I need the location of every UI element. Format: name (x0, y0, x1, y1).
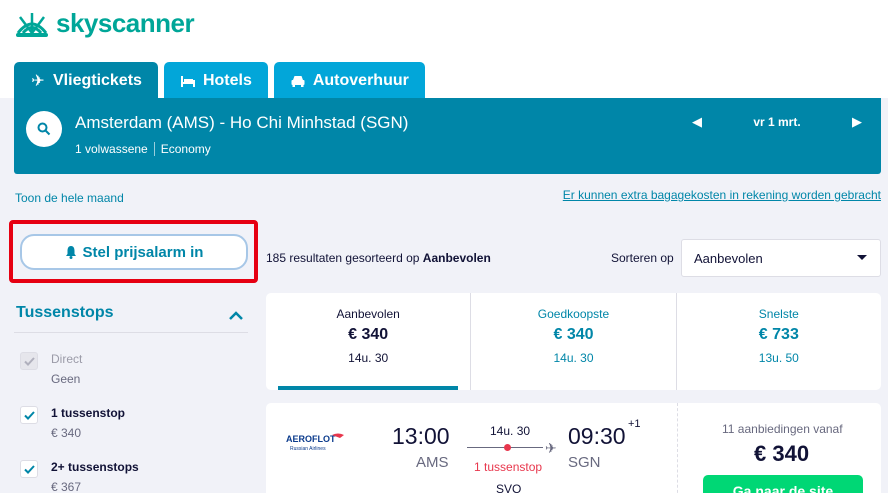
via-airport: SVO (496, 482, 522, 493)
departure-time: 13:00 (392, 423, 450, 449)
arrival-airport: SGN (568, 454, 601, 471)
sort-tab-price: € 733 (758, 326, 799, 343)
collapse-filter-toggle[interactable] (228, 308, 244, 326)
passenger-count: 1 volwassene (75, 142, 148, 156)
filter-title: Tussenstops (16, 304, 114, 321)
airline-subtitle: Russian Airlines (290, 446, 326, 452)
sort-tab-price: € 340 (348, 326, 389, 343)
sort-tabs: Aanbevolen € 340 14u. 30 Goedkoopste € 3… (266, 293, 881, 390)
filter-item-name: 1 tussenstop (51, 406, 126, 420)
results-summary: 185 resultaten gesorteerd op Aanbevolen (266, 251, 491, 265)
stops-count: 1 tussenstop (474, 460, 543, 474)
passenger-info: 1 volwassene Economy (75, 142, 211, 156)
arrival-time: 09:30 (568, 423, 626, 449)
results-sorted-by: Aanbevolen (422, 251, 491, 265)
skyscanner-logo[interactable]: skyscanner (14, 8, 195, 39)
sunrise-logo-icon (16, 12, 48, 37)
flight-duration: 14u. 30 (490, 424, 531, 438)
header: skyscanner ✈ Vliegtickets Hotels Autover… (0, 0, 888, 98)
flight-price: € 340 (754, 441, 810, 466)
airline-logo: AEROFLOT Russian Airlines (286, 431, 348, 458)
sort-tab-duration: 13u. 50 (758, 351, 799, 365)
bell-icon (65, 246, 76, 259)
checkmark-icon (23, 410, 35, 420)
card-divider (677, 403, 678, 493)
bed-icon (180, 74, 196, 88)
separator (153, 142, 155, 156)
brand-name: skyscanner (56, 8, 195, 38)
go-to-site-button[interactable]: Ga naar de site (703, 475, 863, 493)
next-date-arrow-icon[interactable]: ▶ (847, 114, 867, 130)
filter-item-two-plus-stops[interactable]: 2+ tussenstops € 367 (20, 460, 139, 493)
sort-tab-duration: 14u. 30 (553, 351, 594, 365)
sort-dropdown[interactable]: Aanbevolen (681, 239, 881, 277)
aeroflot-logo-icon: AEROFLOT Russian Airlines (286, 433, 344, 452)
filter-item-price: € 367 (51, 480, 82, 493)
filter-item-price: € 340 (51, 426, 82, 440)
stops-filter-panel: Tussenstops Direct Geen 1 tussenstop € 3… (0, 292, 258, 493)
search-summary[interactable]: Amsterdam (AMS) - Ho Chi Minhstad (SGN) … (14, 98, 881, 174)
tab-flights-label: Vliegtickets (53, 72, 142, 89)
flight-result-card[interactable]: AEROFLOT Russian Airlines 13:00 AMS 14u.… (266, 403, 881, 493)
baggage-fees-link[interactable]: Er kunnen extra bagagekosten in rekening… (563, 188, 881, 202)
sort-tab-recommended[interactable]: Aanbevolen € 340 14u. 30 (266, 293, 470, 390)
active-tab-indicator (278, 386, 458, 390)
plane-icon: ✈ (31, 73, 45, 90)
checkmark-icon (23, 464, 35, 474)
cabin-class: Economy (160, 142, 211, 156)
sort-tab-label: Goedkoopste (537, 307, 610, 321)
search-icon (37, 122, 51, 136)
previous-date-arrow-icon[interactable]: ◀ (687, 114, 707, 130)
sort-tab-price: € 340 (553, 326, 594, 343)
price-alert-label: Stel prijsalarm in (82, 243, 204, 261)
tab-car-rental[interactable]: Autoverhuur (273, 62, 425, 98)
sort-tab-cheapest[interactable]: Goedkoopste € 340 14u. 30 (470, 293, 675, 390)
filter-item-name: 2+ tussenstops (51, 460, 139, 474)
tab-car-rental-label: Autoverhuur (312, 72, 409, 89)
tab-hotels-label: Hotels (202, 72, 252, 89)
departure-airport: AMS (416, 454, 449, 471)
search-button[interactable] (26, 111, 62, 147)
price-alert-button[interactable]: Stel prijsalarm in (20, 234, 248, 270)
filter-divider (14, 332, 248, 333)
checkmark-icon (23, 356, 35, 366)
filter-item-direct: Direct Geen (20, 352, 82, 386)
plane-icon: ✈ (545, 440, 557, 456)
airline-name: AEROFLOT (286, 434, 336, 444)
stop-dot (504, 444, 511, 451)
filter-item-one-stop[interactable]: 1 tussenstop € 340 (20, 406, 125, 440)
selected-date: vr 1 mrt. (753, 115, 801, 129)
show-whole-month-link[interactable]: Toon de hele maand (15, 191, 124, 205)
sort-tab-duration: 14u. 30 (348, 351, 389, 365)
route-text: Amsterdam (AMS) - Ho Chi Minhstad (SGN) (75, 113, 409, 132)
direct-checkbox (20, 352, 38, 370)
filter-item-price: Geen (51, 372, 81, 386)
sort-label: Sorteren op (611, 251, 674, 265)
car-icon (290, 74, 306, 88)
chevron-down-icon (857, 255, 867, 260)
sort-tab-fastest[interactable]: Snelste € 733 13u. 50 (675, 293, 881, 390)
chevron-up-icon (229, 311, 243, 320)
results-count-text: 185 resultaten gesorteerd op (266, 251, 420, 265)
product-tabs: ✈ Vliegtickets Hotels Autoverhuur (14, 62, 425, 98)
filter-item-name: Direct (51, 352, 83, 366)
tab-hotels[interactable]: Hotels (163, 62, 268, 98)
sort-tab-label: Snelste (758, 307, 799, 321)
tab-flights[interactable]: ✈ Vliegtickets (14, 62, 158, 98)
offers-count: 11 aanbiedingen vanaf (722, 422, 843, 436)
arrival-day-offset: +1 (628, 418, 641, 430)
one-stop-checkbox[interactable] (20, 406, 38, 424)
date-navigator: ◀ vr 1 mrt. ▶ (687, 114, 867, 130)
sort-tab-label: Aanbevolen (336, 307, 400, 321)
two-plus-stops-checkbox[interactable] (20, 460, 38, 478)
sort-selected-value: Aanbevolen (694, 250, 763, 266)
